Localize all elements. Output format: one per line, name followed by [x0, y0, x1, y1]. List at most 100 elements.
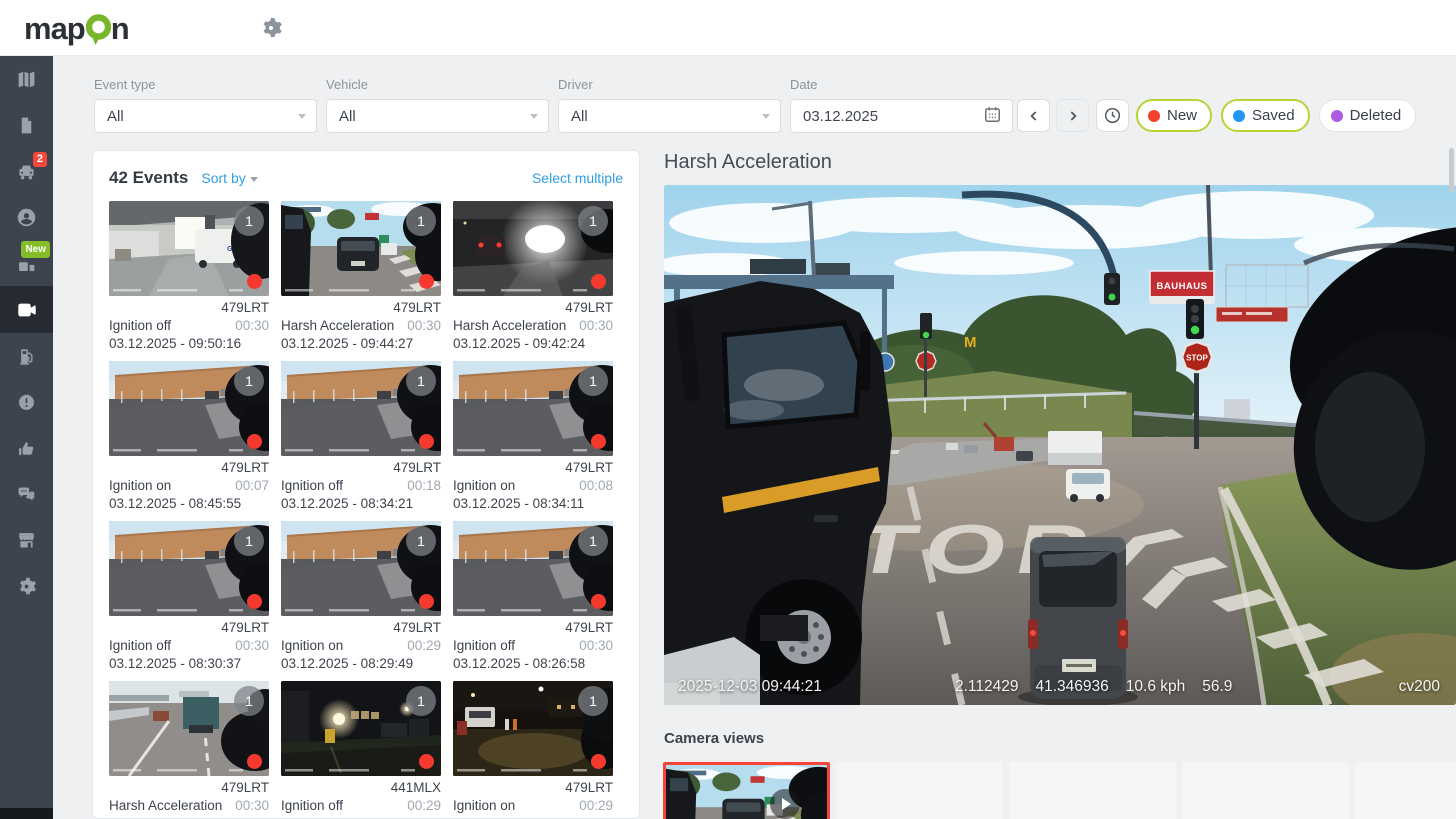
camera-view-placeholder[interactable] — [1009, 762, 1176, 819]
event-thumbnail[interactable]: 1 — [109, 201, 269, 296]
logo-pin-icon — [85, 12, 112, 48]
vertical-scrollbar[interactable] — [1449, 148, 1454, 192]
camera-view-placeholder[interactable] — [1182, 762, 1349, 819]
event-card[interactable]: 1 441MLX Ignition off 00:29 — [281, 681, 441, 819]
driver-select[interactable]: All — [558, 99, 781, 133]
camera-count-badge: 1 — [578, 206, 608, 236]
store-icon — [16, 530, 37, 551]
sidebar-item-behaviour[interactable] — [0, 425, 53, 471]
event-card[interactable]: 1 479LRT Ignition off 00:30 03.12.2025 -… — [453, 521, 613, 674]
event-datetime: 03.12.2025 - 08:26:58 — [453, 656, 613, 674]
event-card[interactable]: 1 479LRT Ignition on 00:08 03.12.2025 - … — [453, 361, 613, 514]
mapon-logo[interactable]: mapn — [24, 10, 129, 48]
new-status-dot — [591, 434, 606, 449]
event-duration: 00:30 — [579, 638, 613, 656]
event-datetime: 03.12.2025 - 09:42:24 — [453, 336, 613, 354]
event-card[interactable]: 1 479LRT Ignition on 00:07 03.12.2025 - … — [109, 361, 269, 514]
event-datetime: 03.12.2025 - 08:34:21 — [281, 496, 441, 514]
date-input[interactable]: 03.12.2025 — [790, 99, 1013, 133]
new-status-dot — [419, 754, 434, 769]
event-duration: 00:30 — [235, 798, 269, 816]
event-thumbnail[interactable]: 1 — [281, 361, 441, 456]
alert-badge-icon — [16, 392, 37, 413]
event-card[interactable]: 1 479LRT Harsh Acceleration 00:30 — [109, 681, 269, 819]
event-thumbnail[interactable]: 1 — [453, 361, 613, 456]
dashcam-frame: M BAUHAUS — [664, 185, 1456, 705]
event-card[interactable]: 1 479LRT Harsh Acceleration 00:30 03.12.… — [453, 201, 613, 354]
event-card[interactable]: 1 479LRT Ignition off 00:18 03.12.2025 -… — [281, 361, 441, 514]
event-datetime: 03.12.2025 - 08:30:37 — [109, 656, 269, 674]
status-pill-new[interactable]: New — [1136, 99, 1212, 132]
new-status-dot — [247, 594, 262, 609]
sidebar-item-alerts[interactable] — [0, 379, 53, 425]
event-thumbnail[interactable]: 1 — [109, 681, 269, 776]
sidebar-item-reports[interactable]: New — [0, 240, 53, 286]
chevron-left-icon — [1026, 108, 1042, 124]
event-card[interactable]: 1 479LRT Ignition on 00:29 — [453, 681, 613, 819]
sidebar-item-settings[interactable] — [0, 563, 53, 609]
event-datetime: 03.12.2025 - 08:34:11 — [453, 496, 613, 514]
play-icon[interactable] — [770, 789, 800, 819]
camera-count-badge: 1 — [406, 526, 436, 556]
event-duration: 00:30 — [235, 318, 269, 336]
new-status-dot — [419, 274, 434, 289]
sidebar-item-users[interactable] — [0, 194, 53, 240]
header-settings-gear-icon[interactable] — [258, 16, 284, 42]
sort-by-button[interactable]: Sort by — [201, 170, 257, 186]
event-duration: 00:30 — [235, 638, 269, 656]
event-card[interactable]: 1 479LRT Ignition off 00:30 03.12.2025 -… — [109, 201, 269, 354]
vehicle-plate: 479LRT — [109, 620, 269, 638]
event-type: Ignition on — [453, 478, 515, 496]
sidebar-item-map[interactable] — [0, 56, 53, 102]
sidebar-item-marketplace[interactable] — [0, 517, 53, 563]
main-video-player[interactable]: M BAUHAUS — [664, 185, 1456, 705]
status-pill-saved[interactable]: Saved — [1221, 99, 1310, 132]
event-thumbnail[interactable]: 1 — [453, 681, 613, 776]
event-thumbnail[interactable]: 1 — [109, 521, 269, 616]
camera-view-placeholder[interactable] — [1355, 762, 1456, 819]
event-thumbnail[interactable]: 1 — [281, 201, 441, 296]
status-dot — [1233, 110, 1245, 122]
events-grid: 1 479LRT Ignition off 00:30 03.12.2025 -… — [93, 198, 639, 819]
vehicle-label: Vehicle — [326, 77, 368, 92]
svg-text:STOP: STOP — [1186, 354, 1208, 363]
sidebar-item-fuel[interactable] — [0, 333, 53, 379]
sidebar-item-camera[interactable] — [0, 286, 53, 333]
event-card[interactable]: 1 479LRT Ignition off 00:30 03.12.2025 -… — [109, 521, 269, 674]
history-button[interactable] — [1096, 99, 1129, 132]
event-thumbnail[interactable]: 1 — [281, 521, 441, 616]
prev-day-button[interactable] — [1017, 99, 1050, 132]
event-duration: 00:30 — [407, 318, 441, 336]
camera-view-placeholder[interactable] — [836, 762, 1003, 819]
thumbnail-image — [666, 765, 827, 819]
event-thumbnail[interactable]: 1 — [281, 681, 441, 776]
vehicle-select[interactable]: All — [326, 99, 549, 133]
event-card[interactable]: 1 479LRT Harsh Acceleration 00:30 03.12.… — [281, 201, 441, 354]
camera-count-badge: 1 — [234, 526, 264, 556]
status-pill-deleted[interactable]: Deleted — [1319, 99, 1417, 132]
chevron-down-icon — [250, 177, 258, 182]
video-telemetry: 2.112429 41.346936 10.6 kph 56.9 — [955, 678, 1232, 696]
sidebar-item-documents[interactable] — [0, 102, 53, 148]
heading-value: 56.9 — [1202, 678, 1232, 696]
hand-icon — [16, 438, 37, 459]
event-card[interactable]: 1 479LRT Ignition on 00:29 03.12.2025 - … — [281, 521, 441, 674]
longitude-value: 2.112429 — [955, 678, 1019, 696]
event-thumbnail[interactable]: 1 — [453, 521, 613, 616]
event-type: Ignition off — [281, 478, 343, 496]
event-datetime: 03.12.2025 - 08:45:55 — [109, 496, 269, 514]
event-type-select[interactable]: All — [94, 99, 317, 133]
date-label: Date — [790, 77, 817, 92]
next-day-button[interactable] — [1056, 99, 1089, 132]
sort-by-label: Sort by — [201, 170, 245, 186]
event-thumbnail[interactable]: 1 — [453, 201, 613, 296]
sidebar-item-messages[interactable] — [0, 471, 53, 517]
camera-view-thumbnail[interactable] — [663, 762, 830, 819]
sidebar-nav: 2 New — [0, 56, 53, 819]
camera-count-badge: 1 — [234, 366, 264, 396]
status-pill-label: New — [1167, 107, 1197, 124]
select-multiple-link[interactable]: Select multiple — [532, 170, 623, 186]
status-pill-label: Saved — [1252, 107, 1295, 124]
sidebar-item-vehicles[interactable]: 2 — [0, 148, 53, 194]
event-thumbnail[interactable]: 1 — [109, 361, 269, 456]
